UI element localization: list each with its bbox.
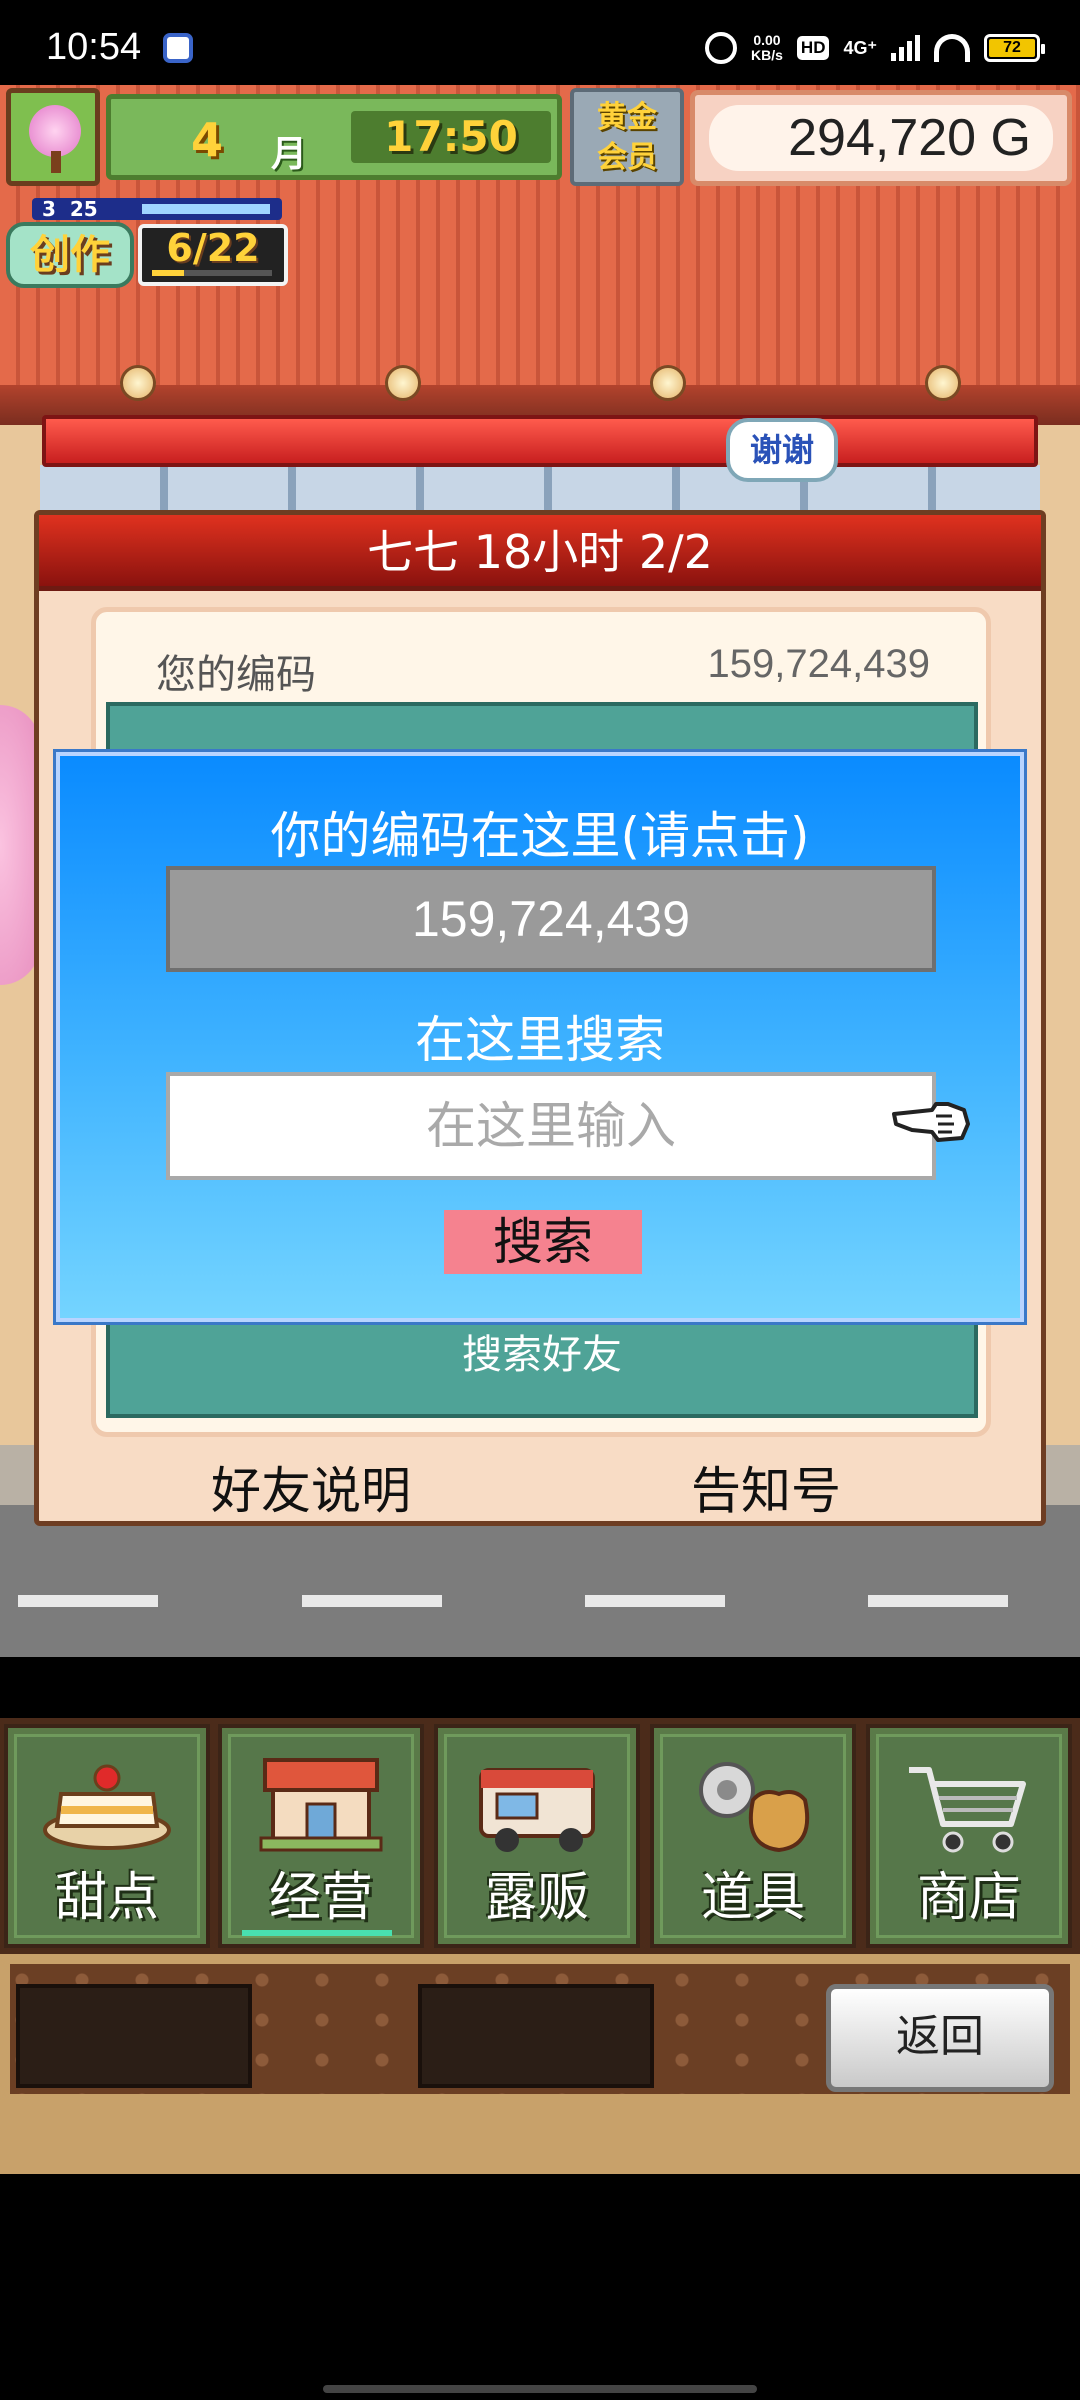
create-level-right: 25 <box>69 197 98 221</box>
alarm-icon <box>705 32 738 64</box>
bottom-toolbar: 返回 <box>0 1954 1080 2174</box>
status-time: 10:54 <box>46 26 142 68</box>
search-input[interactable]: 在这里输入 <box>166 1072 936 1180</box>
tree-trunk <box>51 151 61 173</box>
nav-item-store[interactable]: 商店 <box>866 1724 1072 1948</box>
home-indicator[interactable] <box>323 2385 757 2393</box>
lamp-icon <box>120 365 156 401</box>
search-dialog: 你的编码在这里(请点击) 159,724,439 在这里搜索 在这里输入 搜索 <box>53 749 1027 1325</box>
road-marking <box>585 1595 725 1607</box>
active-indicator <box>242 1930 392 1936</box>
gold-member-button[interactable]: 黄金 会员 <box>570 88 684 186</box>
items-bag-icon <box>699 1762 810 1853</box>
pointing-hand-icon <box>892 1102 970 1142</box>
nav-item-food-truck[interactable]: 露贩 <box>434 1724 640 1948</box>
dialog-title: 你的编码在这里(请点击) <box>270 807 810 865</box>
road-marking <box>18 1595 158 1607</box>
empty-slot[interactable] <box>418 1984 654 2088</box>
nav-label: 商店 <box>916 1868 1021 1928</box>
nav-label: 道具 <box>700 1868 805 1928</box>
friend-info-button[interactable]: 好友说明 <box>211 1451 411 1523</box>
battery-level: 72 <box>989 39 1035 57</box>
bottom-nav: 甜点 经营 露贩 道具 商店 <box>0 1718 1080 1954</box>
create-progress-bar <box>152 270 272 276</box>
empty-slot[interactable] <box>16 1984 252 2088</box>
panel-title: 七七 18小时 2/2 <box>39 515 1041 591</box>
cake-icon <box>43 1764 171 1850</box>
search-button[interactable]: 搜索 <box>444 1210 642 1274</box>
road <box>0 1505 1080 1657</box>
lamp-icon <box>925 365 961 401</box>
lamp-icon <box>385 365 421 401</box>
nav-item-items[interactable]: 道具 <box>650 1724 856 1948</box>
notice-button[interactable]: 告知号 <box>691 1451 841 1523</box>
network-type: 4G⁺ <box>843 37 877 58</box>
create-level-bar <box>142 204 270 214</box>
month-number: 4 <box>191 113 224 167</box>
cherry-tree-icon <box>29 105 81 157</box>
create-progress-fill <box>152 270 185 276</box>
road-marking <box>868 1595 1008 1607</box>
your-code-value: 159,724,439 <box>707 642 930 686</box>
member-line2: 会员 <box>597 140 657 175</box>
your-code-label: 您的编码 <box>156 652 316 698</box>
speed-value: 0.00 <box>753 32 781 48</box>
create-status[interactable]: 3 25 创作 6/22 <box>6 198 290 290</box>
game-clock: 17:50 <box>351 111 551 163</box>
thanks-bubble[interactable]: 谢谢 <box>726 418 838 482</box>
season-avatar-button[interactable] <box>6 88 100 186</box>
back-button[interactable]: 返回 <box>826 1984 1054 2092</box>
hd-icon: HD <box>796 36 830 60</box>
road-marking <box>302 1595 442 1607</box>
month-unit: 月 <box>271 134 308 175</box>
my-code-box[interactable]: 159,724,439 <box>166 866 936 972</box>
search-title: 在这里搜索 <box>415 1011 665 1069</box>
status-indicators: 0.00 KB/s HD 4G⁺ 72 <box>705 28 1045 68</box>
lamp-icon <box>650 365 686 401</box>
nav-label: 露贩 <box>484 1868 589 1928</box>
shopping-cart-icon <box>909 1767 1026 1853</box>
shop-sign-bar <box>42 415 1038 467</box>
nav-label: 甜点 <box>54 1868 159 1928</box>
nav-item-dessert[interactable]: 甜点 <box>4 1724 210 1948</box>
gold-counter: 294,720 G <box>690 90 1072 186</box>
search-friends-button[interactable]: 搜索好友 <box>110 1322 974 1380</box>
speed-unit: KB/s <box>751 47 783 63</box>
create-count-box: 6/22 <box>138 224 288 286</box>
member-line1: 黄金 <box>597 100 657 135</box>
gold-amount: 294,720 G <box>709 105 1053 171</box>
date-display: 4 月 17:50 <box>106 94 562 180</box>
signal-icon <box>891 35 920 61</box>
create-level: 3 25 <box>32 198 282 220</box>
app-notification-icon <box>163 33 193 63</box>
nav-label: 经营 <box>268 1868 373 1928</box>
network-speed: 0.00 KB/s <box>751 33 783 63</box>
shop-icon <box>259 1758 383 1852</box>
create-label: 创作 <box>6 222 134 288</box>
create-level-left: 3 <box>42 197 56 221</box>
battery-icon: 72 <box>984 34 1045 62</box>
food-truck-icon <box>479 1768 595 1852</box>
nav-item-manage[interactable]: 经营 <box>218 1724 424 1948</box>
status-bar: 10:54 0.00 KB/s HD 4G⁺ 72 <box>0 0 1080 95</box>
wifi-icon <box>934 34 970 62</box>
create-count: 6/22 <box>166 226 260 270</box>
